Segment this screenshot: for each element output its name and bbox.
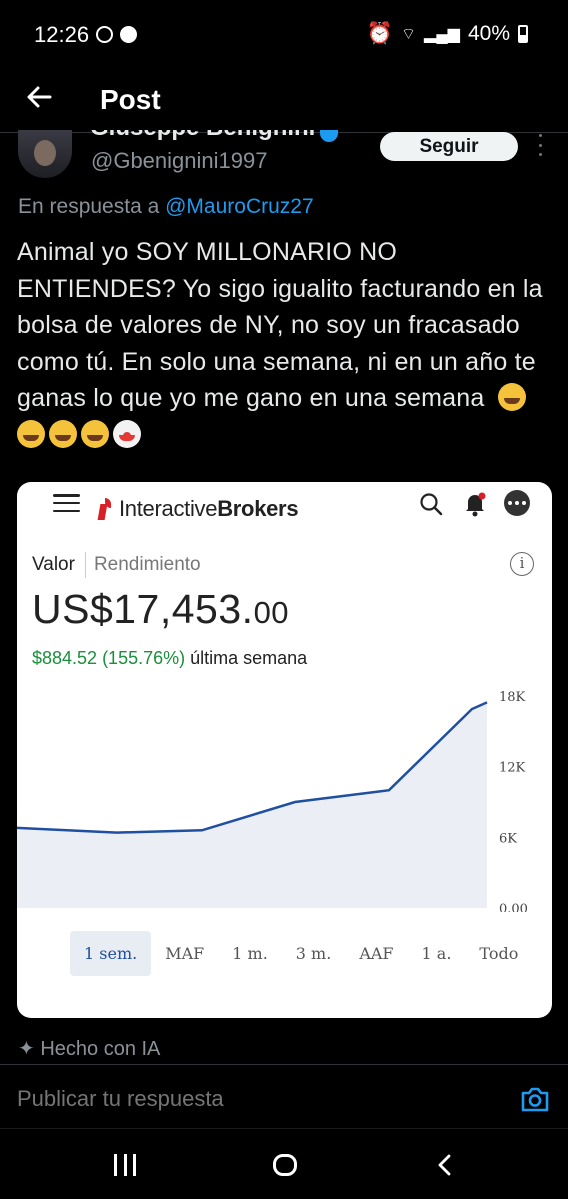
reply-context: En respuesta a @MauroCruz27	[18, 195, 314, 219]
battery-percent: 40%	[467, 22, 510, 45]
reply-mention-link[interactable]: @MauroCruz27	[165, 195, 314, 218]
sparkle-icon: ✦	[18, 1038, 35, 1060]
tab-value: Valor	[32, 554, 75, 575]
battery-icon	[518, 25, 528, 43]
reply-input[interactable]	[17, 1086, 507, 1112]
author-handle[interactable]: @Gbenignini1997	[91, 148, 267, 174]
bell-icon	[466, 492, 486, 517]
status-time: 12:26	[34, 22, 90, 47]
chart-area	[17, 702, 487, 908]
tweet-text: Animal yo SOY MILLONARIO NO ENTIENDES? Y…	[17, 234, 557, 453]
recent-apps-icon[interactable]	[114, 1154, 136, 1176]
weekly-change: $884.52 (155.76%) última semana	[32, 648, 307, 669]
change-amount: $884.52 (155.76%)	[32, 648, 186, 668]
check-circle-icon	[120, 26, 137, 43]
more-options-icon[interactable]	[534, 134, 546, 156]
laughing-emoji-icon	[81, 419, 109, 448]
signal-icon: ▂▄▆	[424, 26, 460, 43]
status-right: ⏰ ⌔ ▂▄▆ 40%	[367, 22, 528, 46]
brand-text-light: Interactive	[119, 496, 218, 521]
y-tick-label: 12K	[499, 761, 526, 776]
home-icon[interactable]	[273, 1154, 297, 1176]
range-option: Todo	[479, 944, 519, 963]
clown-emoji-icon	[113, 419, 141, 448]
hamburger-menu-icon	[53, 494, 80, 512]
verified-badge-icon	[320, 130, 338, 142]
brand-mark-icon	[99, 498, 113, 520]
back-arrow-icon[interactable]	[24, 82, 54, 112]
top-bar: Post	[0, 70, 568, 132]
divider	[0, 1128, 568, 1129]
nav-back-icon[interactable]	[434, 1154, 456, 1176]
tweet-body: Animal yo SOY MILLONARIO NO ENTIENDES? Y…	[17, 238, 543, 412]
alarm-icon: ⏰	[366, 22, 393, 45]
status-bar: 12:26 ⏰ ⌔ ▂▄▆ 40%	[0, 0, 568, 70]
laughing-emoji-icon	[497, 383, 526, 411]
range-option: 3 m.	[295, 944, 332, 963]
laughing-emoji-icon	[17, 419, 45, 448]
brand-text-bold: Brokers	[217, 496, 299, 521]
y-tick-label: 0.00	[499, 902, 528, 912]
divider	[0, 1064, 568, 1065]
system-nav-bar	[0, 1130, 568, 1199]
interactive-brokers-logo: InteractiveBrokers	[99, 496, 299, 522]
range-option: 1 m.	[232, 944, 268, 963]
info-icon: i	[510, 552, 534, 576]
portfolio-value: US$17,453.00	[32, 586, 289, 633]
wifi-icon: ⌔	[400, 26, 417, 43]
laughing-emoji-icon	[49, 419, 77, 448]
range-selector: 1 sem. MAF 1 m. 3 m. AAF 1 a. Todo	[70, 931, 532, 976]
search-icon	[420, 493, 443, 516]
do-not-disturb-icon	[96, 26, 113, 43]
range-option: 1 a.	[421, 944, 452, 963]
change-period: última semana	[190, 648, 308, 668]
author-row: Giuseppe Benignini @Gbenignini1997 Segui…	[0, 130, 568, 190]
card-tabs: Valor Rendimiento	[32, 552, 201, 578]
page-title: Post	[100, 84, 161, 115]
value-cents: 00	[253, 595, 290, 630]
y-tick-label: 6K	[499, 831, 517, 846]
y-tick-label: 18K	[499, 690, 526, 705]
range-option: MAF	[165, 944, 205, 963]
author-name[interactable]: Giuseppe Benignini	[90, 130, 315, 142]
more-icon	[504, 490, 530, 516]
range-option: 1 sem.	[70, 931, 152, 976]
tab-return: Rendimiento	[93, 554, 201, 575]
ai-label-text: Hecho con IA	[40, 1038, 161, 1060]
tab-divider	[84, 552, 86, 578]
range-option: AAF	[359, 944, 394, 963]
attached-image[interactable]: InteractiveBrokers Valor Rendimiento i U…	[17, 482, 552, 1018]
value-chart: 18K 12K 6K 0.00	[17, 690, 528, 912]
ai-label: ✦ Hecho con IA	[18, 1036, 160, 1061]
avatar[interactable]	[18, 130, 72, 178]
reply-prefix: En respuesta a	[18, 195, 160, 218]
value-main: US$17,453.	[32, 586, 254, 632]
camera-icon[interactable]	[520, 1085, 550, 1113]
follow-button[interactable]: Seguir	[380, 132, 518, 161]
